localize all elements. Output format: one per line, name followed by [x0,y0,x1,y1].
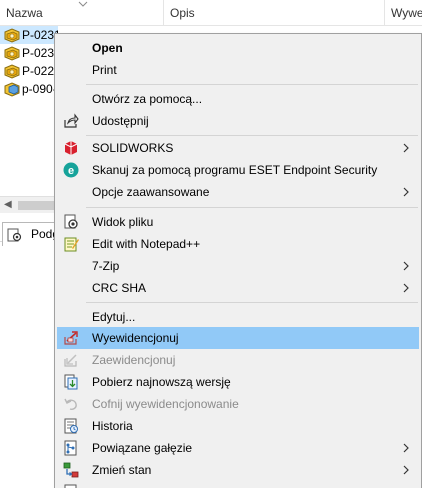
submenu-arrow-icon [403,443,409,453]
menu-item-label: Edit with Notepad++ [92,237,201,251]
solidworks-part-icon [4,28,20,43]
menu-item-crc-sha[interactable]: CRC SHA [57,277,419,299]
file-name: P-0229 [22,64,58,78]
menu-item-check-in: Zaewidencjonuj [57,349,419,371]
menu-separator [86,135,418,136]
preview-document-icon [7,228,22,242]
scrollbar-thumb[interactable] [18,201,58,210]
menu-item-advanced-options[interactable]: Opcje zaawansowane [57,181,419,203]
menu-item-label: SOLIDWORKS [92,141,174,155]
menu-item-label: Cofnij wyewidencjonowanie [92,397,239,411]
column-header-checked-out[interactable]: Wywe [385,0,422,26]
menu-item-partial[interactable] [57,481,419,488]
submenu-arrow-icon [403,283,409,293]
solidworks-part-icon [4,64,20,79]
eset-icon: e [63,162,79,178]
preview-pane: Podg [0,213,59,488]
submenu-arrow-icon [403,143,409,153]
menu-item-label: CRC SHA [92,281,147,295]
menu-item-label: Otwórz za pomocą... [92,92,203,106]
menu-item-label: Powiązane gałęzie [92,441,193,455]
menu-separator [86,84,418,85]
file-name: P-0231 [22,28,58,42]
menu-item-related-branches[interactable]: Powiązane gałęzie [57,437,419,459]
solidworks-part-icon [4,46,20,61]
menu-item-check-out[interactable]: Wyewidencjonuj [57,327,419,349]
menu-item-undo-check-out: Cofnij wyewidencjonowanie [57,393,419,415]
menu-item-eset-scan[interactable]: e Skanuj za pomocą programu ESET Endpoin… [57,159,419,181]
history-icon [64,418,78,434]
menu-item-open[interactable]: Open [57,37,419,59]
horizontal-scrollbar[interactable]: ◀ [0,196,58,213]
menu-item-label: Udostępnij [92,114,149,128]
file-row[interactable]: P-0230 [0,44,58,62]
file-row[interactable]: P-0229 [0,62,58,80]
check-out-icon [64,331,78,345]
menu-item-label: Edytuj... [92,310,136,324]
menu-item-open-with[interactable]: Otwórz za pomocą... [57,88,419,110]
menu-item-history[interactable]: Historia [57,415,419,437]
change-state-icon [63,462,79,478]
menu-item-label: Pobierz najnowszą wersję [92,375,231,389]
svg-text:e: e [68,165,74,177]
menu-item-label: Wyewidencjonuj [92,331,179,345]
sort-chevron-icon [78,1,88,7]
notepadpp-icon [64,237,79,252]
menu-separator [86,302,418,303]
menu-item-label: Open [92,41,123,55]
menu-item-label: Opcje zaawansowane [92,185,210,199]
submenu-arrow-icon [403,187,409,197]
menu-item-label: Widok pliku [92,215,154,229]
menu-item-share[interactable]: Udostępnij [57,110,419,132]
menu-item-label: Historia [92,419,133,433]
column-header-description[interactable]: Opis [164,0,385,26]
menu-item-notepadpp[interactable]: Edit with Notepad++ [57,233,419,255]
tab-preview[interactable]: Podg [2,222,59,246]
menu-item-solidworks[interactable]: SOLIDWORKS [57,137,419,159]
menu-item-7zip[interactable]: 7-Zip [57,255,419,277]
solidworks-assembly-icon [4,82,20,97]
branches-icon [64,440,77,456]
file-name: P-0230 [22,46,58,60]
menu-item-label: Zaewidencjonuj [92,353,176,367]
menu-item-icon [64,484,77,488]
submenu-arrow-icon [403,465,409,475]
menu-item-print[interactable]: Print [57,59,419,81]
undo-icon [64,398,77,410]
menu-item-file-view[interactable]: Widok pliku [57,211,419,233]
file-name: p-090- [22,82,57,96]
file-row[interactable]: P-0231 [0,26,58,44]
file-list: P-0231 P-0230 P-0229 p-090- [0,26,58,196]
solidworks-icon [64,141,78,155]
menu-item-label: 7-Zip [92,259,120,273]
submenu-arrow-icon [403,261,409,271]
column-header-bar: Nazwa Opis Wywe [0,0,422,26]
menu-item-label: Print [92,63,117,77]
menu-item-edit[interactable]: Edytuj... [57,306,419,328]
menu-separator [86,207,418,208]
menu-item-change-state[interactable]: Zmień stan [57,459,419,481]
file-view-icon [64,214,78,229]
menu-item-get-latest[interactable]: Pobierz najnowszą wersję [57,371,419,393]
file-row[interactable]: p-090- [0,80,58,98]
share-icon [64,113,79,128]
context-menu: Open Print Otwórz za pomocą... Udostępni… [54,33,422,488]
get-latest-version-icon [64,374,78,390]
scroll-left-icon[interactable]: ◀ [4,199,12,210]
check-in-icon [64,354,77,367]
menu-item-label: Skanuj za pomocą programu ESET Endpoint … [92,163,378,177]
menu-item-label: Zmień stan [92,463,152,477]
